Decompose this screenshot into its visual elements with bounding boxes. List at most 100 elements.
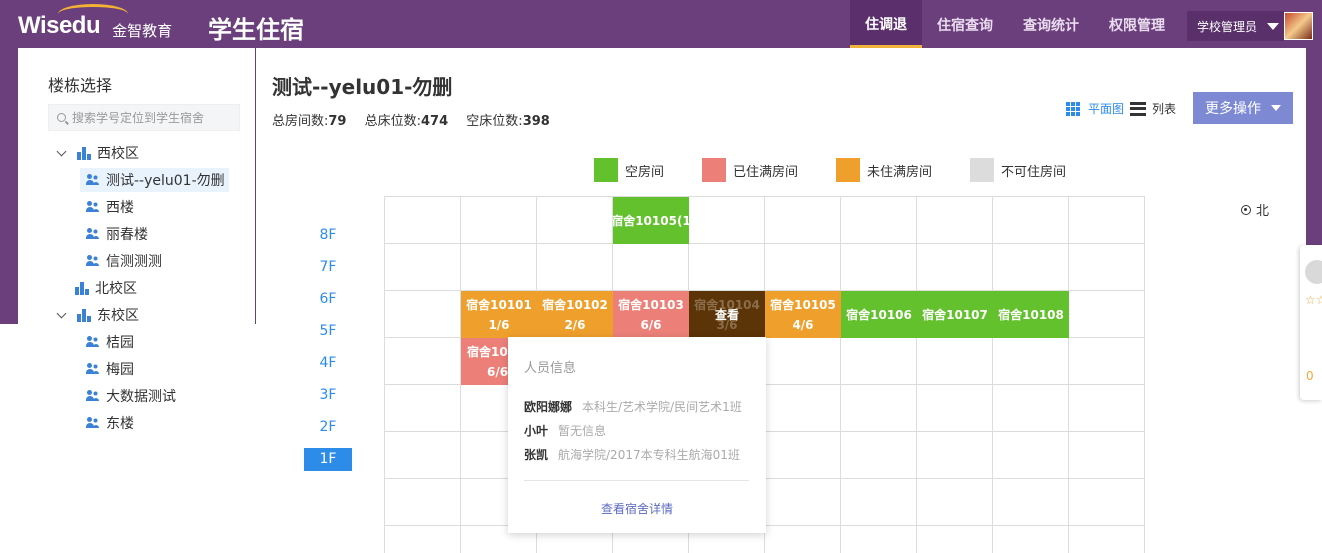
grid-view-icon[interactable]	[1066, 101, 1082, 116]
tree-label: 北校区	[95, 281, 137, 297]
tree-building-lichun[interactable]: 丽春楼	[86, 222, 148, 246]
nav-item-lodging-query[interactable]: 住宿查询	[922, 0, 1008, 48]
caret-down-icon	[1271, 105, 1281, 111]
chevron-down-icon[interactable]	[56, 308, 67, 318]
tree-label: 东校区	[97, 308, 139, 324]
widget-avatar-icon	[1305, 260, 1322, 284]
people-icon	[86, 174, 100, 186]
caret-down-icon	[1267, 22, 1280, 30]
room-cell[interactable]: 宿舍10105 4/6	[765, 291, 841, 338]
legend-swatch-empty	[594, 158, 618, 182]
room-cell[interactable]: 宿舍10105(1	[613, 197, 689, 244]
resident-row: 欧阳娜娜 本科生/艺术学院/民间艺术1班	[524, 398, 742, 415]
room-occupancy: 6/6	[640, 317, 662, 332]
room-name: 宿舍10107	[922, 307, 988, 322]
user-role-dropdown[interactable]: 学校管理员	[1187, 11, 1284, 41]
grid-line	[840, 196, 841, 553]
resident-row: 小叶 暂无信息	[524, 422, 606, 439]
legend-label-unavailable: 不可住房间	[1001, 164, 1067, 180]
floor-2f[interactable]: 2F	[304, 416, 352, 439]
tree-building-juyuan[interactable]: 桔园	[86, 330, 134, 354]
rooms-label: 总房间数:	[272, 114, 329, 129]
floor-5f[interactable]: 5F	[304, 320, 352, 343]
tree-building-meiyuan[interactable]: 梅园	[86, 357, 134, 381]
room-name: 宿舍10102	[542, 297, 608, 312]
room-cell[interactable]: 宿舍10103 6/6	[613, 291, 689, 338]
resident-name: 小叶	[524, 424, 549, 438]
main-nav: 住调退 住宿查询 查询统计 权限管理	[850, 0, 1180, 48]
room-legend: 空房间 已住满房间 未住满房间 不可住房间	[594, 158, 1104, 182]
plan-view-button[interactable]: 平面图	[1088, 100, 1124, 117]
floor-1f[interactable]: 1F	[304, 448, 352, 471]
tree-building-bigdata[interactable]: 大数据测试	[86, 384, 176, 408]
sidebar-title: 楼栋选择	[48, 76, 113, 95]
room-name: 宿舍10108	[998, 307, 1064, 322]
room-cell[interactable]: 宿舍10101 1/6	[461, 291, 537, 338]
people-icon	[86, 417, 100, 429]
floor-8f[interactable]: 8F	[304, 224, 352, 247]
wisedu-logo[interactable]: Wisedu 金智教育	[18, 4, 203, 42]
nav-item-permissions[interactable]: 权限管理	[1094, 0, 1180, 48]
floor-4f[interactable]: 4F	[304, 352, 352, 375]
tree-campus-west[interactable]: 西校区	[56, 141, 139, 165]
room-occupancy: 2/6	[564, 317, 586, 332]
grid-line	[1144, 196, 1145, 553]
legend-label-full: 已住满房间	[733, 164, 799, 180]
floor-7f[interactable]: 7F	[304, 256, 352, 279]
chevron-down-icon[interactable]	[56, 146, 67, 156]
avatar[interactable]	[1284, 12, 1313, 40]
view-room-details-link[interactable]: 查看宿舍详情	[508, 500, 766, 517]
list-view-button[interactable]: 列表	[1152, 100, 1176, 117]
north-indicator: 北	[1241, 200, 1269, 219]
building-icon	[77, 146, 91, 160]
nav-item-checkin[interactable]: 住调退	[850, 0, 922, 48]
building-icon	[77, 308, 91, 322]
grid-line	[992, 196, 993, 553]
more-actions-button[interactable]: 更多操作	[1193, 92, 1293, 124]
search-input[interactable]: 搜索学号定位到学生宿舍	[48, 104, 240, 131]
tree-building-xince[interactable]: 信测测测	[86, 249, 162, 273]
resident-info-popup: 人员信息 欧阳娜娜 本科生/艺术学院/民间艺术1班 小叶 暂无信息 张凯 航海学院/2…	[508, 337, 766, 533]
tree-label: 梅园	[106, 362, 134, 378]
list-view-icon[interactable]	[1130, 101, 1147, 116]
popup-title: 人员信息	[524, 361, 577, 376]
tree-label: 西楼	[106, 200, 134, 216]
feedback-widget[interactable]: ☆☆☆☆☆ 0	[1300, 245, 1322, 400]
room-cell[interactable]: 宿舍10108	[993, 291, 1069, 338]
people-icon	[86, 390, 100, 402]
room-cell[interactable]: 宿舍10106	[841, 291, 917, 338]
resident-name: 张凯	[524, 448, 549, 462]
room-name: 宿舍10105(1	[613, 213, 689, 228]
tree-building-donglou[interactable]: 东楼	[86, 411, 134, 435]
resident-name: 欧阳娜娜	[524, 400, 573, 414]
legend-swatch-partial	[836, 158, 861, 182]
tree-building-yelu01[interactable]: 测试--yelu01-勿删	[80, 168, 229, 192]
room-cell[interactable]: 宿舍10107	[917, 291, 993, 338]
resident-info: 暂无信息	[558, 424, 607, 438]
tree-building-xilou[interactable]: 西楼	[86, 195, 134, 219]
app-title: 学生住宿	[208, 16, 304, 44]
view-room-button[interactable]: 查看	[689, 291, 765, 338]
resident-info: 航海学院/2017本专科生航海01班	[558, 448, 740, 462]
floor-6f[interactable]: 6F	[304, 288, 352, 311]
view-toggle: 平面图 列表	[1066, 100, 1176, 117]
room-cell-hovered[interactable]: 宿舍10104 3/6 查看	[689, 291, 765, 338]
grid-line	[384, 196, 385, 553]
tree-label: 大数据测试	[106, 389, 176, 405]
floor-3f[interactable]: 3F	[304, 384, 352, 407]
building-stats: 总房间数:79 总床位数:474 空床位数:398	[272, 110, 564, 129]
nav-item-statistics[interactable]: 查询统计	[1008, 0, 1094, 48]
room-name: 宿舍10105	[770, 297, 836, 312]
tree-campus-north[interactable]: 北校区	[75, 276, 137, 300]
people-icon	[86, 201, 100, 213]
logo-swoosh-icon	[58, 4, 128, 24]
tree-campus-east[interactable]: 东校区	[56, 303, 139, 327]
people-icon	[86, 336, 100, 348]
top-navigation-bar: Wisedu 金智教育 学生住宿 住调退 住宿查询 查询统计 权限管理 学校管理…	[0, 0, 1322, 48]
legend-label-partial: 未住满房间	[867, 164, 933, 180]
room-cell[interactable]: 宿舍10102 2/6	[537, 291, 613, 338]
resident-row: 张凯 航海学院/2017本专科生航海01班	[524, 446, 740, 463]
north-label: 北	[1256, 204, 1270, 219]
tree-label: 信测测测	[106, 254, 162, 270]
building-icon	[75, 281, 89, 295]
